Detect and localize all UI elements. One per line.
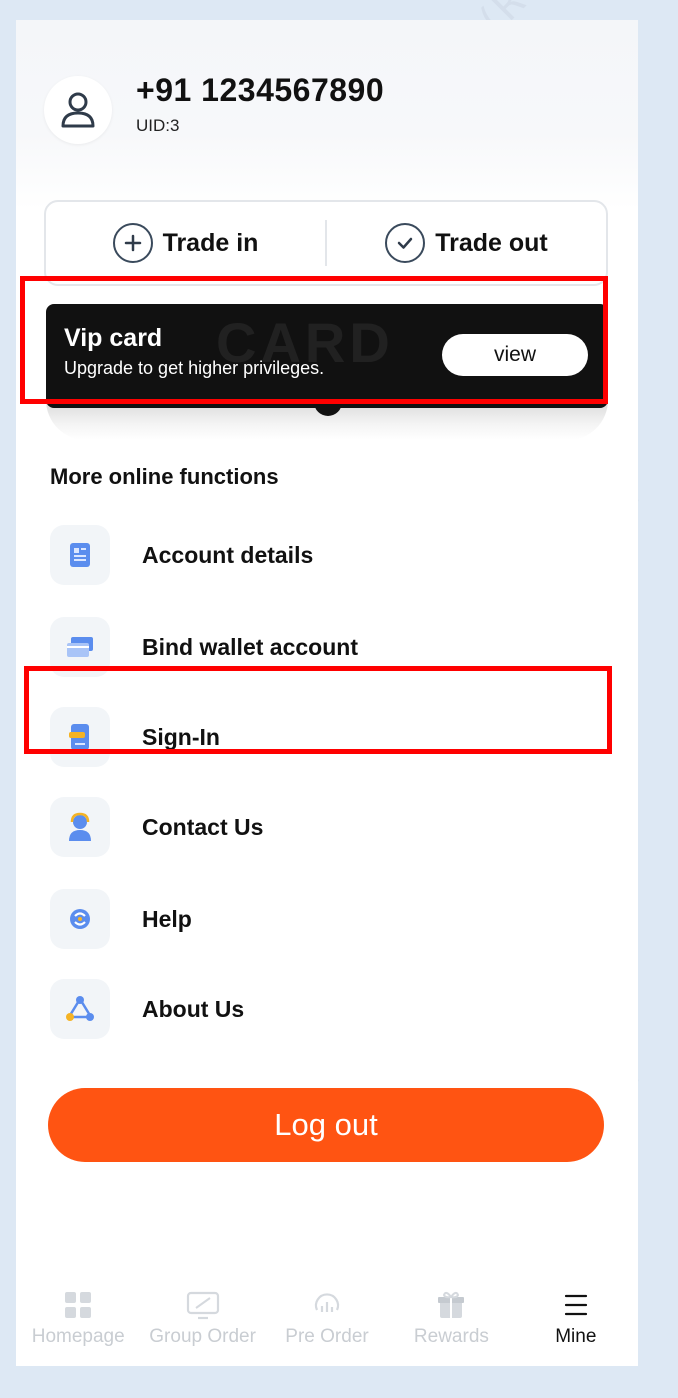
check-circle-icon xyxy=(385,223,426,263)
help-icon xyxy=(50,889,110,949)
mine-screen: +91 1234567890 UID:3 Trade in Trade out … xyxy=(16,20,638,1366)
trade-in-label: Trade in xyxy=(162,228,259,257)
avatar[interactable] xyxy=(44,76,112,144)
menu-item-sign-in[interactable]: Sign-In xyxy=(50,704,610,770)
menu-item-label: Sign-In xyxy=(142,723,220,750)
sign-in-icon xyxy=(50,707,110,767)
bottom-tab-bar: Homepage Group Order Pre Order Rewards M… xyxy=(16,1284,638,1366)
plus-circle-icon xyxy=(112,223,153,263)
user-uid: UID:3 xyxy=(136,116,180,135)
menu-icon xyxy=(564,1294,587,1316)
menu-item-contact-us[interactable]: Contact Us xyxy=(50,794,610,860)
menu-item-account-details[interactable]: Account details xyxy=(50,522,610,588)
trade-actions: Trade in Trade out xyxy=(44,200,608,286)
menu-item-help[interactable]: Help xyxy=(50,886,610,952)
gift-icon xyxy=(438,1291,465,1318)
about-us-icon xyxy=(50,979,110,1039)
logout-button[interactable]: Log out xyxy=(48,1088,604,1162)
tab-pre-order[interactable]: Pre Order xyxy=(265,1284,389,1366)
section-title: More online functions xyxy=(50,464,279,489)
pre-order-icon xyxy=(314,1293,340,1312)
tab-mine[interactable]: Mine xyxy=(514,1284,638,1366)
tab-label: Pre Order xyxy=(285,1326,369,1347)
grid-icon xyxy=(65,1292,92,1318)
tab-rewards[interactable]: Rewards xyxy=(389,1284,513,1366)
support-agent-icon xyxy=(50,797,110,857)
menu-item-label: About Us xyxy=(142,995,245,1022)
vip-card[interactable]: CARD Vip card Upgrade to get higher priv… xyxy=(46,304,608,408)
tab-label: Rewards xyxy=(413,1326,489,1347)
vip-card-title: Vip card xyxy=(64,324,163,352)
tab-label: Homepage xyxy=(31,1326,125,1347)
menu-item-about-us[interactable]: About Us xyxy=(50,976,610,1042)
vip-view-button[interactable]: view xyxy=(442,334,588,376)
wallet-card-icon xyxy=(50,617,110,677)
user-icon xyxy=(61,92,95,128)
menu-item-label: Contact Us xyxy=(142,813,264,840)
tab-label: Mine xyxy=(555,1326,597,1347)
vip-card-subtitle: Upgrade to get higher privileges. xyxy=(64,358,325,378)
monitor-icon xyxy=(186,1291,219,1320)
menu-item-label: Account details xyxy=(142,541,314,568)
tab-group-order[interactable]: Group Order xyxy=(140,1284,264,1366)
tab-label: Group Order xyxy=(149,1326,256,1347)
tab-homepage[interactable]: Homepage xyxy=(16,1284,140,1366)
menu-item-label: Help xyxy=(142,905,192,932)
trade-in-button[interactable]: Trade in xyxy=(46,202,325,284)
account-details-icon xyxy=(50,525,110,585)
trade-out-label: Trade out xyxy=(435,228,548,257)
menu-item-label: Bind wallet account xyxy=(142,633,358,660)
trade-out-button[interactable]: Trade out xyxy=(327,202,606,284)
menu-item-bind-wallet[interactable]: Bind wallet account xyxy=(50,614,610,680)
user-phone-number: +91 1234567890 xyxy=(136,72,385,108)
